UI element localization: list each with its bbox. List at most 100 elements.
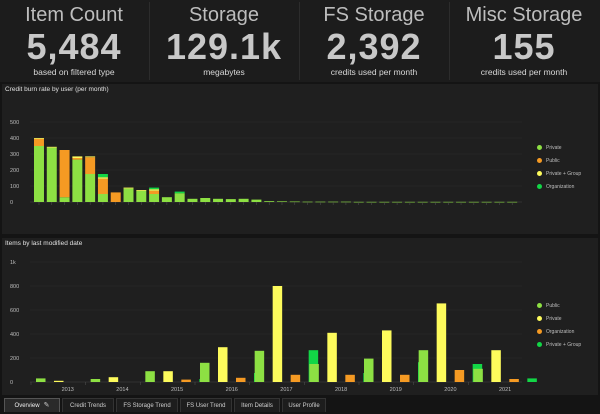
y-tick-label: 200 (10, 168, 19, 174)
kpi-row: Item Count 5,484 based on filtered type … (0, 0, 600, 82)
bar (36, 378, 46, 382)
bar-segment (72, 159, 83, 202)
y-tick-label: 400 (10, 136, 19, 142)
bar-segment (187, 198, 198, 202)
bar-segment (59, 197, 70, 202)
kpi-subtitle: credits used per month (330, 67, 418, 77)
y-tick-label: 0 (10, 200, 13, 206)
x-tick-label: 2019 (390, 387, 402, 393)
bar-segment (85, 174, 96, 202)
kpi-subtitle: credits used per month (480, 67, 568, 77)
x-tick-label: 2016 (226, 387, 238, 393)
chart-legend: Private Public Private + Group Organization (537, 144, 597, 192)
y-tick-label: 600 (10, 308, 19, 314)
legend-label: Private (546, 145, 562, 151)
bar-segment (97, 177, 108, 179)
kpi-item-count: Item Count 5,484 based on filtered type (0, 0, 148, 82)
bar-segment (123, 187, 134, 189)
bar (181, 379, 191, 382)
legend-swatch (537, 145, 542, 150)
y-tick-label: 500 (10, 120, 19, 126)
bar-segment (59, 150, 70, 198)
bar (290, 374, 301, 382)
bar (200, 362, 210, 382)
x-tick-label: 2021 (499, 387, 511, 393)
bar (382, 330, 392, 382)
kpi-value: 2,392 (326, 26, 422, 67)
y-tick-label: 200 (10, 356, 19, 362)
legend-label: Private + Group (546, 171, 582, 177)
credit-burn-chart-panel: Credit burn rate by user (per month) 0 10… (2, 84, 598, 234)
bar (527, 378, 537, 382)
kpi-title: FS Storage (323, 4, 425, 26)
bar-segment (34, 138, 44, 146)
kpi-subtitle: megabytes (203, 67, 245, 77)
bar-segment (251, 199, 262, 202)
legend-swatch (537, 171, 542, 176)
bar-segment (97, 178, 108, 194)
bar-segment (200, 198, 211, 202)
kpi-title: Storage (188, 4, 260, 26)
y-tick-label: 800 (10, 284, 19, 290)
bar (254, 350, 265, 382)
kpi-misc-storage: Misc Storage 155 credits used per month (450, 0, 598, 82)
tab-label: User Profile (288, 403, 320, 409)
kpi-title: Item Count (25, 4, 123, 26)
bar-segment (97, 174, 108, 178)
tab-label: FS User Trend (186, 403, 226, 409)
bar-segment (161, 197, 172, 202)
tab-credit-trends[interactable]: Credit Trends (62, 398, 114, 412)
bar-segment (136, 190, 147, 202)
items-by-date-chart-panel: Items by last modified date 0 200 400 600 80… (2, 238, 598, 395)
x-tick-label: 2017 (280, 387, 292, 393)
bar (236, 377, 246, 382)
x-tick-label: 2020 (444, 387, 456, 393)
bar-segment (174, 193, 185, 202)
bar (436, 303, 447, 382)
tab-user-profile[interactable]: User Profile (282, 398, 326, 412)
tab-item-details[interactable]: Item Details (234, 398, 280, 412)
bar (491, 350, 501, 382)
legend-label: Organization (546, 329, 575, 335)
bar-segment (149, 194, 160, 202)
kpi-storage: Storage 129.1k megabytes (150, 0, 298, 82)
tab-overview[interactable]: Overview ✎ (4, 398, 60, 412)
bar (345, 374, 355, 382)
bar-segment (72, 156, 83, 158)
kpi-title: Misc Storage (465, 4, 583, 26)
bar-segment (123, 188, 134, 202)
bar-segment (213, 198, 224, 202)
bar (418, 350, 429, 382)
bar (364, 358, 374, 382)
bar-segment (110, 192, 121, 202)
bar (54, 380, 64, 382)
legend-label: Public (546, 303, 560, 309)
y-tick-label: 300 (10, 152, 19, 158)
bar-segment (149, 187, 160, 190)
tab-fs-storage-trend[interactable]: FS Storage Trend (116, 398, 178, 412)
legend-swatch (537, 329, 542, 334)
x-tick-label: 2013 (62, 387, 74, 393)
bar-segment (225, 199, 236, 202)
bar (309, 364, 319, 382)
tab-fs-user-trend[interactable]: FS User Trend (180, 398, 232, 412)
bar (473, 368, 483, 382)
pencil-icon[interactable]: ✎ (44, 402, 50, 409)
bar-segment (46, 147, 57, 202)
chart-legend: Public Private Organization Private + Group (537, 302, 597, 350)
bar (108, 377, 119, 382)
x-tick-label: 2018 (335, 387, 347, 393)
credit-burn-chart: 0 100 200 300 400 500 (10, 120, 522, 206)
bar (163, 371, 173, 382)
bar-segment (238, 198, 249, 202)
kpi-value: 129.1k (165, 26, 283, 67)
tab-label: Item Details (241, 403, 273, 409)
kpi-value: 5,484 (26, 26, 122, 67)
bar (145, 371, 155, 382)
y-tick-label: 1k (10, 260, 16, 266)
bar-segment (149, 189, 160, 191)
bar (218, 347, 228, 382)
kpi-subtitle: based on filtered type (33, 67, 115, 77)
bar-segment (264, 201, 275, 202)
bar-segment (85, 157, 96, 174)
